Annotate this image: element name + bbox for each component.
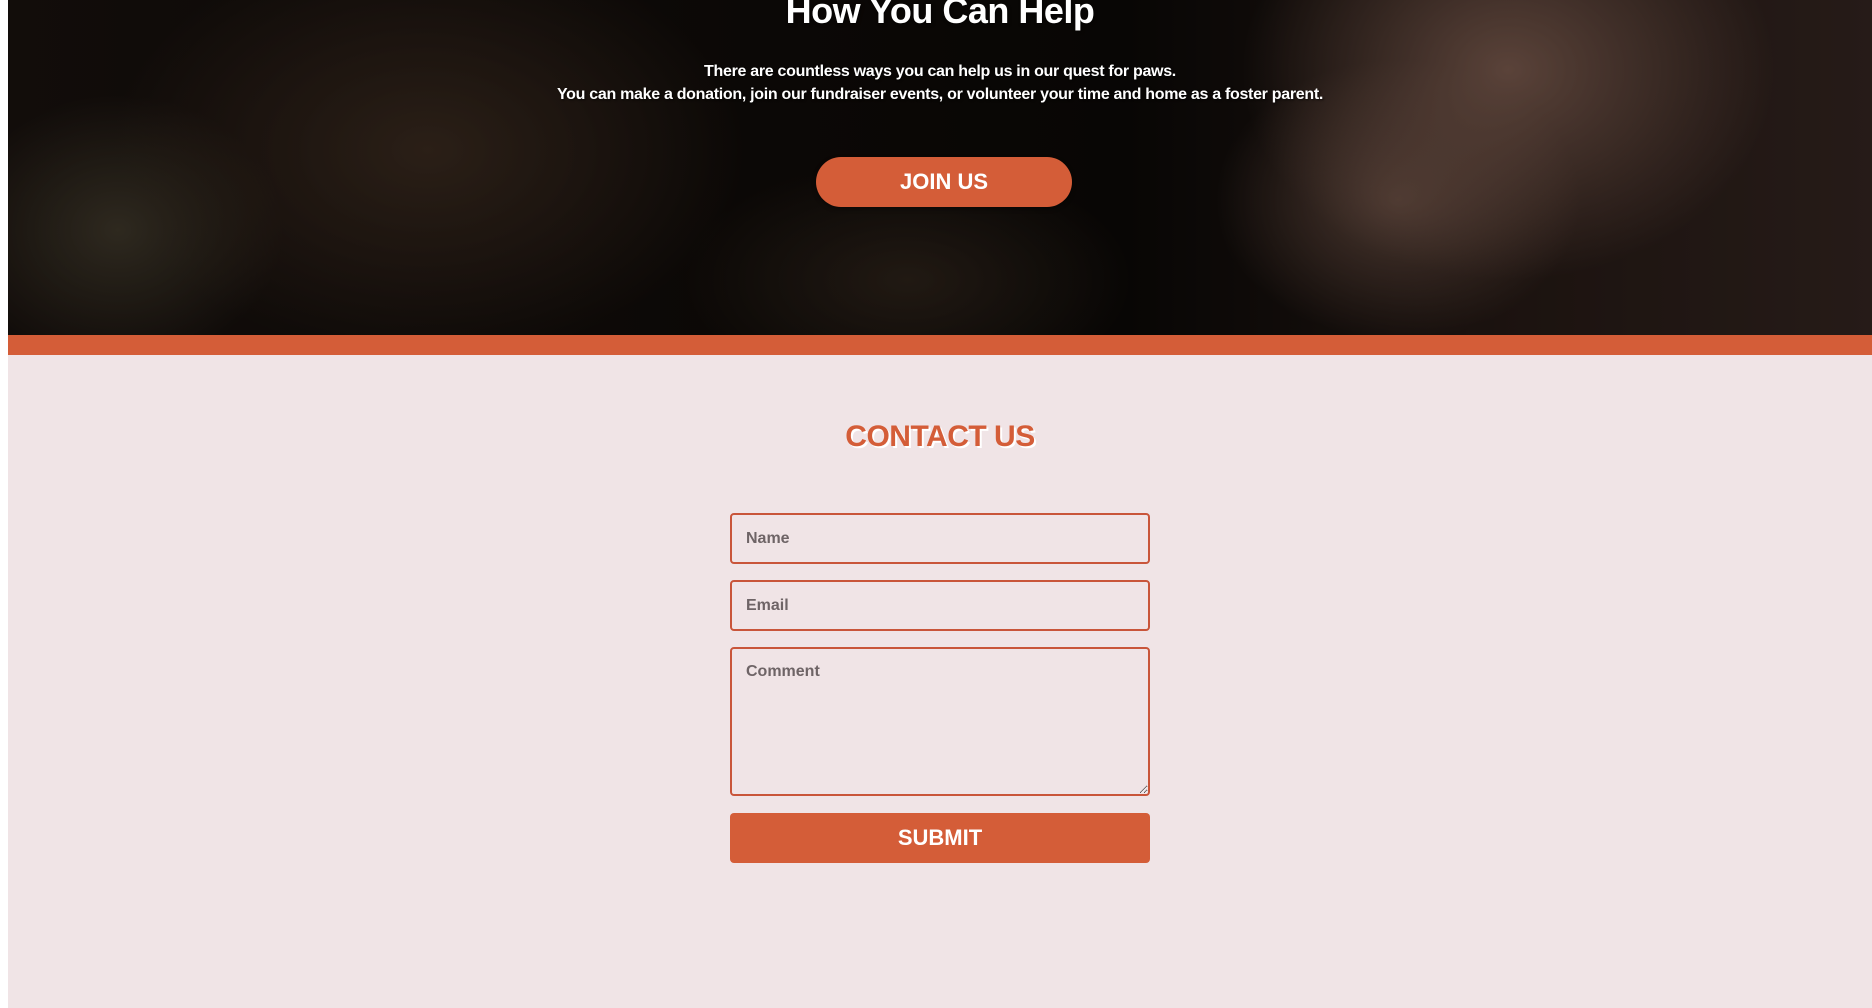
page-left-edge: [0, 0, 8, 1008]
comment-textarea[interactable]: [730, 647, 1150, 796]
join-us-button[interactable]: JOIN US: [816, 157, 1072, 207]
hero-text-line-2: You can make a donation, join our fundra…: [556, 86, 1323, 103]
hero-text-line-1: There are countless ways you can help us…: [704, 63, 1176, 80]
email-input[interactable]: [730, 580, 1150, 631]
section-divider: [8, 335, 1872, 355]
hero-description: There are countless ways you can help us…: [8, 60, 1872, 106]
name-input[interactable]: [730, 513, 1150, 564]
contact-title: CONTACT US: [845, 420, 1035, 453]
hero-content: How You Can Help There are countless way…: [8, 0, 1872, 335]
submit-button[interactable]: SUBMIT: [730, 813, 1150, 863]
how-you-can-help-section: How You Can Help There are countless way…: [8, 0, 1872, 335]
page: How You Can Help There are countless way…: [0, 0, 1872, 1008]
hero-title: How You Can Help: [785, 0, 1095, 31]
